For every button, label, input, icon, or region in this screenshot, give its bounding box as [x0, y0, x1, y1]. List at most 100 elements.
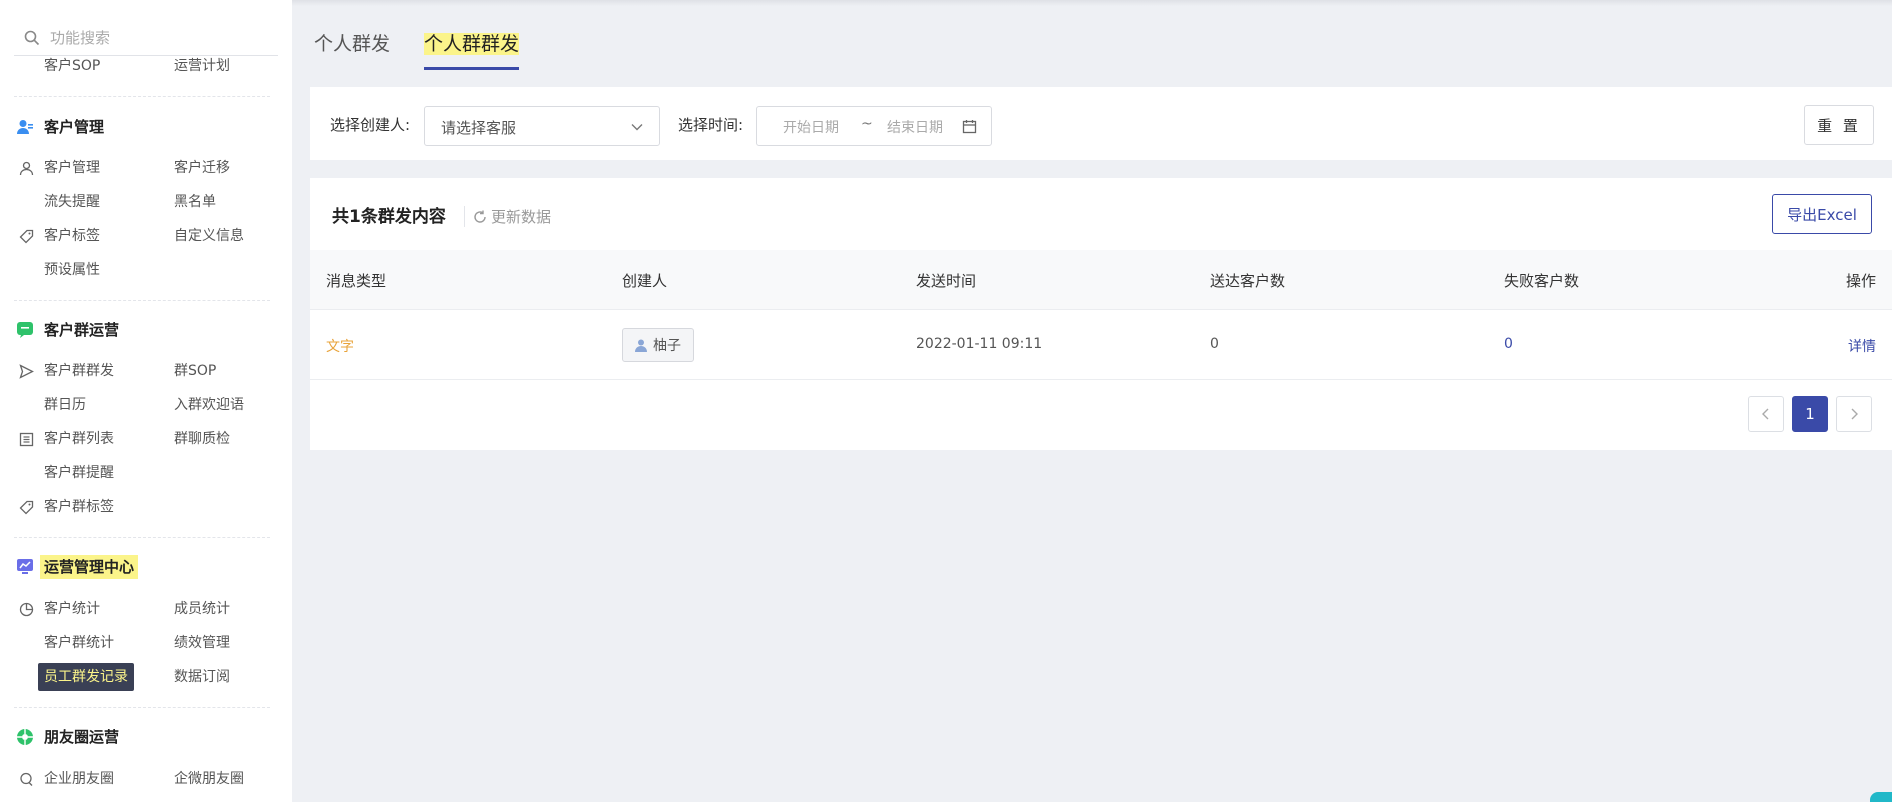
- search-input[interactable]: [50, 28, 250, 47]
- section-title: 朋友圈运营: [44, 728, 120, 746]
- sidebar-item-operation-plan[interactable]: 运营计划: [174, 56, 230, 76]
- detail-link[interactable]: 详情: [1848, 336, 1876, 356]
- refresh-label: 更新数据: [491, 208, 552, 226]
- tab-label: 个人群群发: [424, 33, 520, 55]
- sidebar-item-wecom-moments[interactable]: 企微朋友圈: [174, 769, 244, 789]
- creator-label: 选择创建人:: [330, 116, 411, 134]
- refresh-button[interactable]: 更新数据: [464, 206, 551, 227]
- section-title: 客户管理: [44, 118, 105, 136]
- sidebar-item-group-quality-check[interactable]: 群聊质检: [174, 429, 230, 449]
- tag-icon: [18, 228, 34, 244]
- page-button[interactable]: 1: [1792, 396, 1828, 432]
- broadcast-table: 消息类型 创建人 发送时间 送达客户数 失败客户数 操作 文字 柚子 2022-…: [310, 250, 1892, 380]
- column-header: 发送时间: [916, 272, 977, 290]
- divider: [14, 300, 270, 301]
- divider: [14, 707, 270, 708]
- tab-personal-broadcast[interactable]: 个人群发: [314, 28, 390, 70]
- creator-name: 柚子: [653, 338, 681, 354]
- sidebar-item-customer-migration[interactable]: 客户迁移: [174, 158, 230, 178]
- chat-icon: [16, 321, 34, 339]
- sidebar-item-group-calendar[interactable]: 群日历: [44, 395, 86, 415]
- search-icon: [24, 30, 40, 45]
- customer-icon: [16, 118, 34, 136]
- sidebar-item-group-stats[interactable]: 客户群统计: [44, 633, 114, 653]
- refresh-icon: [474, 210, 486, 223]
- section-group-operations: 客户群运营: [0, 315, 292, 345]
- creator-select[interactable]: 请选择客服: [424, 106, 660, 146]
- chevron-left-icon: [1762, 408, 1769, 420]
- column-header: 操作: [1845, 272, 1876, 290]
- sidebar-item-blacklist[interactable]: 黑名单: [174, 192, 216, 212]
- list-card: 共1条群发内容 更新数据 导出Excel 消息类型 创建人 发送时间 送达客户数…: [310, 178, 1892, 450]
- pagination: 1: [1748, 396, 1872, 432]
- sidebar-item-staff-broadcast-records[interactable]: 员工群发记录: [38, 663, 134, 691]
- date-range-picker[interactable]: 开始日期 ~ 结束日期: [756, 106, 992, 146]
- tag-icon: [18, 499, 34, 515]
- creator-tag: 柚子: [622, 328, 694, 362]
- delivered-count: 0: [1210, 336, 1219, 352]
- user-icon: [635, 339, 647, 352]
- sidebar-item-custom-info[interactable]: 自定义信息: [174, 226, 244, 246]
- sidebar-item-group-reminder[interactable]: 客户群提醒: [44, 463, 114, 483]
- chevron-down-icon: [631, 124, 643, 131]
- moments-icon: [16, 728, 34, 746]
- sidebar-item-group-tags[interactable]: 客户群标签: [44, 497, 114, 517]
- sidebar-item-group-sop[interactable]: 群SOP: [174, 361, 216, 381]
- column-header: 创建人: [622, 272, 668, 290]
- column-header: 失败客户数: [1504, 272, 1580, 290]
- sidebar-item-customer-management[interactable]: 客户管理: [44, 158, 100, 178]
- sidebar-item-data-subscription[interactable]: 数据订阅: [174, 667, 230, 687]
- sidebar-item-member-stats[interactable]: 成员统计: [174, 599, 230, 619]
- send-icon: [18, 363, 34, 379]
- section-operations-center: 运营管理中心: [0, 552, 292, 582]
- tab-label: 个人群发: [314, 33, 391, 55]
- sidebar-item-enterprise-moments[interactable]: 企业朋友圈: [44, 769, 114, 789]
- sidebar-item-group-list[interactable]: 客户群列表: [44, 429, 114, 449]
- divider: [14, 537, 270, 538]
- sidebar: 客户SOP 运营计划 客户管理 客户管理 客户迁移 流失提醒 黑名单 客户标签 …: [0, 0, 292, 802]
- monitor-chart-icon: [16, 558, 34, 576]
- next-page-button[interactable]: [1836, 396, 1872, 432]
- sidebar-item-customer-tags[interactable]: 客户标签: [44, 226, 100, 246]
- table-row: 文字 柚子 2022-01-11 09:11 0 0 详情: [310, 310, 1892, 380]
- sidebar-item-customer-stats[interactable]: 客户统计: [44, 599, 100, 619]
- message-type: 文字: [326, 339, 354, 355]
- floating-help-badge[interactable]: [1870, 792, 1892, 802]
- topbar: [292, 0, 1892, 6]
- user-icon: [18, 160, 34, 176]
- sidebar-item-welcome-message[interactable]: 入群欢迎语: [174, 395, 244, 415]
- pie-chart-icon: [18, 601, 34, 617]
- export-excel-button[interactable]: 导出Excel: [1772, 194, 1872, 234]
- date-separator: ~: [861, 116, 873, 132]
- send-time: 2022-01-11 09:11: [916, 336, 1043, 352]
- filter-card: 选择创建人: 请选择客服 选择时间: 开始日期 ~ 结束日期 重 置: [310, 87, 1892, 160]
- comment-icon: [18, 771, 34, 787]
- list-title: 共1条群发内容: [332, 207, 446, 227]
- sidebar-item-performance[interactable]: 绩效管理: [174, 633, 230, 653]
- sidebar-item-group-broadcast[interactable]: 客户群群发: [44, 361, 114, 381]
- section-moments: 朋友圈运营: [0, 722, 292, 752]
- main-tabs: 个人群发 个人群群发: [314, 28, 520, 70]
- column-header: 消息类型: [326, 272, 387, 290]
- chevron-right-icon: [1851, 408, 1858, 420]
- list-icon: [18, 431, 34, 447]
- sidebar-item-preset-attributes[interactable]: 预设属性: [44, 260, 100, 280]
- tab-personal-group-broadcast[interactable]: 个人群群发: [424, 28, 520, 70]
- calendar-icon: [962, 120, 977, 134]
- creator-select-value: 请选择客服: [441, 119, 517, 137]
- prev-page-button[interactable]: [1748, 396, 1784, 432]
- sidebar-item-churn-reminder[interactable]: 流失提醒: [44, 192, 100, 212]
- time-label: 选择时间:: [678, 116, 744, 134]
- column-header: 送达客户数: [1210, 272, 1286, 290]
- table-header: 消息类型 创建人 发送时间 送达客户数 失败客户数 操作: [310, 250, 1892, 310]
- section-title: 运营管理中心: [40, 555, 139, 579]
- reset-button[interactable]: 重 置: [1804, 105, 1874, 145]
- section-customer-management: 客户管理: [0, 112, 292, 142]
- failed-count: 0: [1504, 336, 1513, 352]
- sidebar-item-customer-sop[interactable]: 客户SOP: [44, 56, 100, 76]
- search-box: [14, 20, 278, 56]
- section-title: 客户群运营: [44, 321, 120, 339]
- divider: [14, 96, 270, 97]
- start-date-input[interactable]: 开始日期: [783, 117, 839, 137]
- end-date-input[interactable]: 结束日期: [887, 117, 943, 137]
